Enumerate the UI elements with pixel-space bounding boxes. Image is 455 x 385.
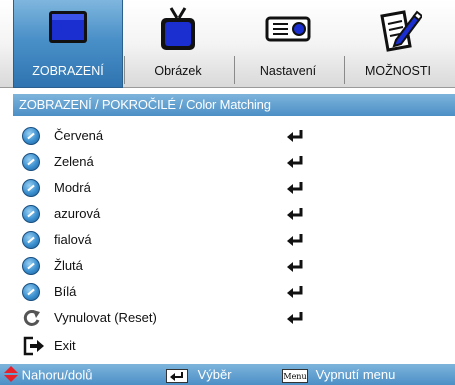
up-down-arrows-icon [4,366,18,385]
tab-label: ZOBRAZENÍ [32,64,104,78]
projector-icon [264,6,312,55]
bullet-icon [22,153,40,171]
exit-icon [23,336,45,361]
bullet-icon [22,205,40,223]
menu-item-azurova[interactable]: azurová [0,202,455,228]
bullet-icon [22,231,40,249]
menu-item-zelena[interactable]: Zelená [0,150,455,176]
menu-item-zluta[interactable]: Žlutá [0,254,455,280]
bullet-icon [22,283,40,301]
enter-icon [286,129,306,148]
menu-item-label: Vynulovat (Reset) [54,310,157,325]
bullet-icon [22,127,40,145]
menu-item-label: Žlutá [54,258,83,273]
footer-select-hint: Výběr [166,366,232,383]
menu-item-fialova[interactable]: fialová [0,228,455,254]
notepad-pen-icon [374,6,424,59]
menu-item-exit[interactable]: Exit [0,334,455,360]
enter-icon [286,181,306,200]
footer-nav-label: Nahoru/dolů [21,367,93,383]
menu-item-modra[interactable]: Modrá [0,176,455,202]
footer-menu-label: Vypnutí menu [315,367,396,382]
footer-nav-hint: Nahoru/dolů [4,366,92,383]
enter-key-icon [166,368,188,383]
tab-zobrazeni[interactable]: ZOBRAZENÍ [13,0,123,88]
footer-select-label: Výběr [197,367,232,382]
menu-item-label: Exit [54,338,76,353]
breadcrumb: ZOBRAZENÍ / POKROČILÉ / Color Matching [13,94,455,116]
enter-icon [286,259,306,278]
menu-item-reset[interactable]: Vynulovat (Reset) [0,306,455,332]
tab-label: MOŽNOSTI [365,64,431,78]
tab-label: Obrázek [154,64,202,78]
menu-item-label: azurová [54,206,101,221]
help-footer: Nahoru/dolů Výběr Menu Vypnutí menu [0,364,455,385]
menu-item-cervena[interactable]: Červená [0,124,455,150]
reset-icon [22,308,42,333]
menu-item-label: fialová [54,232,92,247]
bullet-icon [22,257,40,275]
enter-icon [286,155,306,174]
enter-icon [286,207,306,226]
enter-icon [286,233,306,252]
tab-moznosti[interactable]: MOŽNOSTI [344,0,452,88]
menu-tab-bar: ZOBRAZENÍ Obrázek Nastavení MOŽNOSTI [0,0,455,88]
enter-icon [286,311,306,330]
tab-nastaveni[interactable]: Nastavení [234,0,342,88]
tab-label: Nastavení [259,64,317,78]
bullet-icon [22,179,40,197]
menu-item-label: Červená [54,128,104,143]
tv-icon [156,6,200,59]
menu-item-label: Bílá [54,284,77,299]
menu-item-label: Modrá [54,180,91,195]
footer-menu-hint: Menu Vypnutí menu [282,366,395,383]
menu-item-bila[interactable]: Bílá [0,280,455,306]
enter-icon [286,285,306,304]
menu-key-icon: Menu [282,368,308,383]
display-icon [46,6,90,55]
menu-item-label: Zelená [54,154,94,169]
tab-obrazek[interactable]: Obrázek [124,0,232,88]
